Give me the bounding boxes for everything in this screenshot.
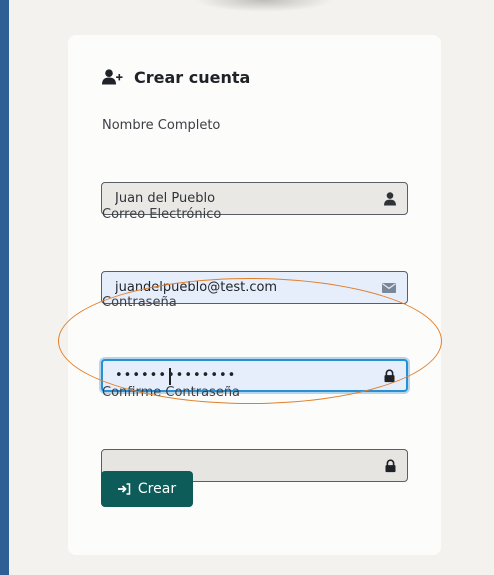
envelope-icon bbox=[382, 282, 396, 293]
form-title-text: Crear cuenta bbox=[134, 67, 251, 87]
form-title: Crear cuenta bbox=[102, 66, 250, 88]
lock-icon bbox=[385, 459, 396, 472]
create-account-label: Crear bbox=[137, 481, 177, 497]
sign-in-icon bbox=[117, 483, 131, 495]
confirm-password-label: Confirme Contraseña bbox=[102, 385, 241, 400]
full-name-label: Nombre Completo bbox=[102, 118, 221, 133]
signup-card: Crear cuenta Nombre Completo Correo Elec… bbox=[68, 35, 441, 555]
top-shadow bbox=[195, 0, 333, 12]
user-plus-icon bbox=[102, 69, 123, 85]
user-icon bbox=[384, 191, 396, 206]
text-cursor bbox=[169, 368, 171, 385]
create-account-button[interactable]: Crear bbox=[101, 471, 193, 507]
email-label: Correo Electrónico bbox=[102, 207, 222, 222]
password-label: Contraseña bbox=[102, 295, 177, 310]
lock-icon bbox=[384, 369, 395, 382]
